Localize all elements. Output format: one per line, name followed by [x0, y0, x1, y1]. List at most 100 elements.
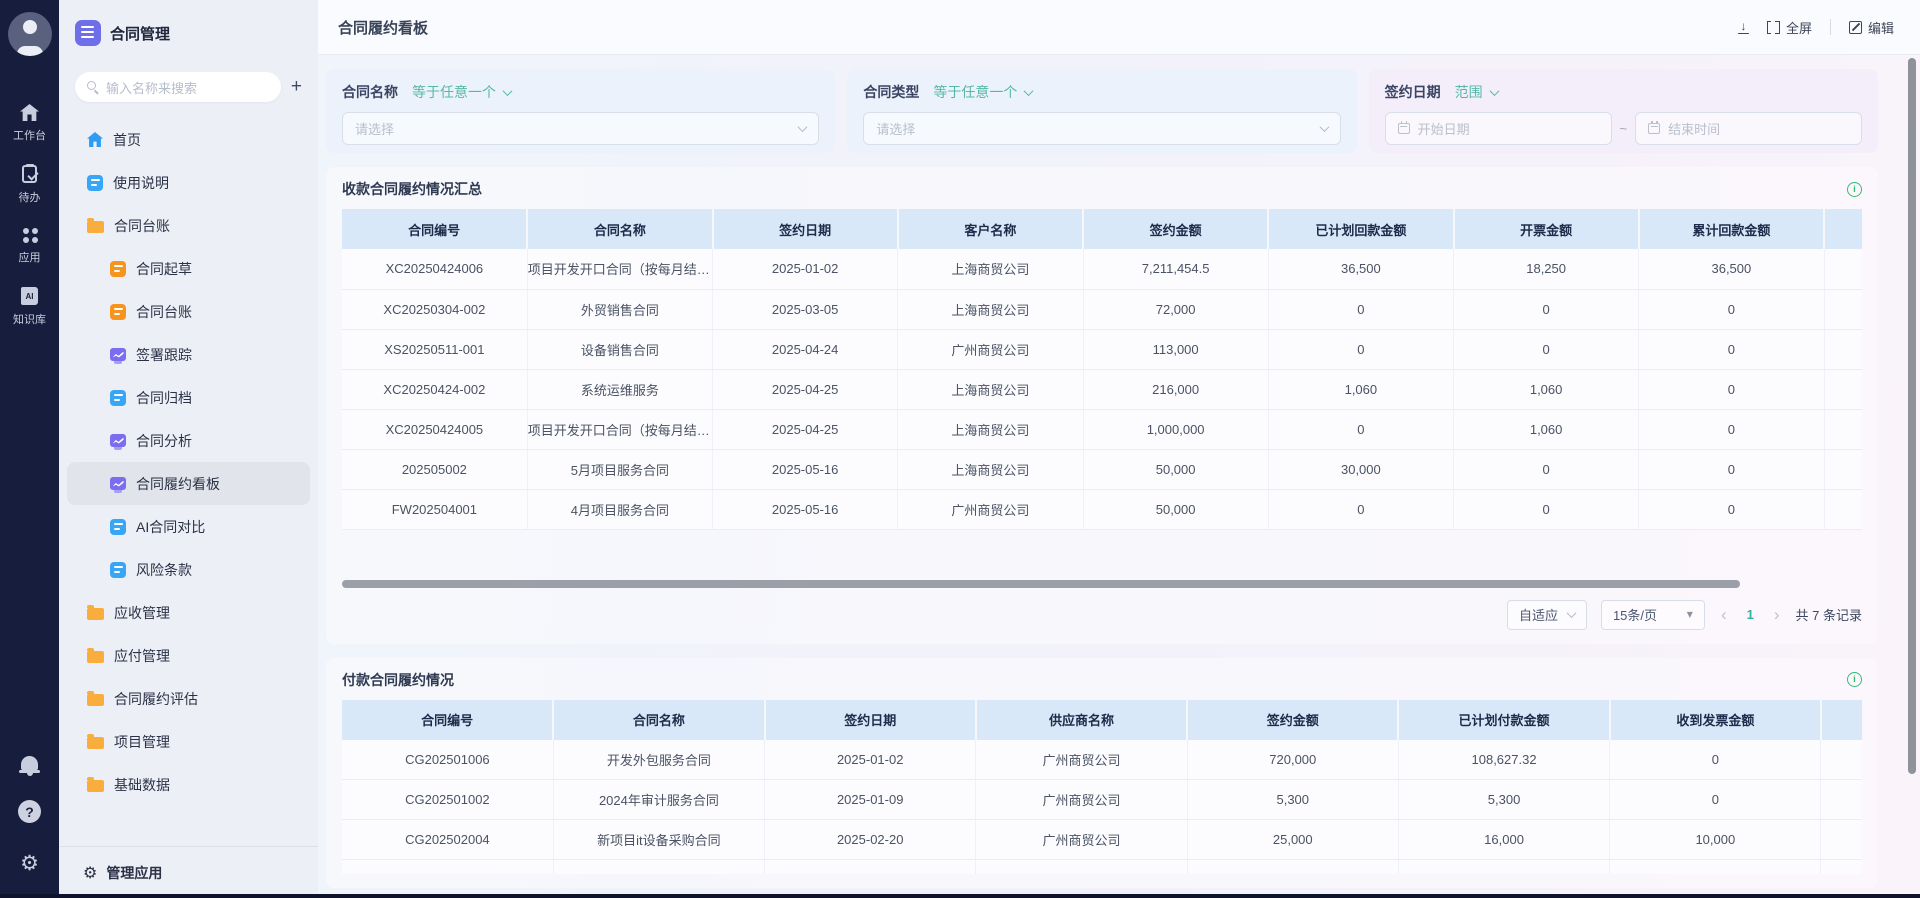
- filter-label: 签约日期: [1385, 82, 1441, 102]
- column-header: 合同编号: [342, 700, 553, 740]
- app-rail: 工作台 待办 应用 AI 知识库 ? ⚙: [0, 0, 59, 898]
- sidebar-menu-item[interactable]: 合同履约看板: [67, 462, 310, 505]
- table-row[interactable]: 2025050025月项目服务合同 2025-05-16上海商贸公司 50,00…: [342, 449, 1862, 489]
- fit-mode-dropdown[interactable]: 自适应: [1507, 600, 1587, 630]
- table-row[interactable]: FW2025040014月项目服务合同 2025-05-16广州商贸公司 50,…: [342, 489, 1862, 529]
- filter-operator-dropdown[interactable]: 范围: [1455, 82, 1498, 102]
- page-title: 合同履约看板: [338, 17, 428, 38]
- home-icon: [87, 132, 103, 147]
- filter-operator-dropdown[interactable]: 等于任意一个: [933, 82, 1032, 102]
- manage-app-button[interactable]: ⚙ 管理应用: [59, 846, 318, 898]
- sidebar-menu-item[interactable]: 应付管理: [67, 634, 310, 677]
- sidebar-menu-item[interactable]: 首页: [67, 118, 310, 161]
- doc-blue-icon: [110, 390, 126, 406]
- column-header: 累计回款金额: [1639, 209, 1824, 249]
- sidebar-menu-item[interactable]: 合同分析: [67, 419, 310, 462]
- sidebar-menu-item[interactable]: AI合同对比: [67, 505, 310, 548]
- rail-nav-item[interactable]: AI 知识库: [13, 287, 46, 327]
- table-empty-space: [342, 530, 1862, 580]
- current-page[interactable]: 1: [1743, 607, 1758, 622]
- sidebar-menu-item[interactable]: 风险条款: [67, 548, 310, 591]
- sidebar-menu-item[interactable]: 应收管理: [67, 591, 310, 634]
- rail-item-label: 知识库: [13, 311, 46, 327]
- vertical-scrollbar[interactable]: [1908, 58, 1916, 774]
- calendar-icon: [1648, 123, 1660, 134]
- rail-nav-item[interactable]: 待办: [13, 165, 46, 205]
- column-header: 合同编号: [342, 209, 527, 249]
- folder-icon: [87, 780, 104, 792]
- rail-nav-item[interactable]: 工作台: [13, 104, 46, 143]
- sidebar-menu-item[interactable]: 项目管理: [67, 720, 310, 763]
- sidebar-menu-item[interactable]: 合同起草: [67, 247, 310, 290]
- edit-button[interactable]: 编辑: [1849, 18, 1894, 37]
- help-icon[interactable]: ?: [18, 800, 41, 823]
- sidebar-item-label: 基础数据: [114, 775, 170, 795]
- settings-gear-icon[interactable]: ⚙: [20, 853, 39, 874]
- sidebar-menu-item[interactable]: 签署跟踪: [67, 333, 310, 376]
- user-avatar[interactable]: [8, 12, 52, 56]
- sidebar-menu-item[interactable]: 合同台账: [67, 290, 310, 333]
- column-header: 已计划回款金额: [1268, 209, 1453, 249]
- sidebar-menu-item[interactable]: 合同归档: [67, 376, 310, 419]
- table-row[interactable]: XS20250511-001设备销售合同 2025-04-24广州商贸公司 11…: [342, 329, 1862, 369]
- table-row[interactable]: CG202502004新项目it设备采购合同 2025-02-20广州商贸公司 …: [342, 820, 1862, 860]
- column-header: 收到发票金额: [1610, 700, 1821, 740]
- search-placeholder: 输入名称来搜索: [106, 78, 197, 97]
- next-page-button[interactable]: ›: [1772, 606, 1782, 623]
- add-button[interactable]: +: [291, 77, 302, 98]
- page-size-dropdown[interactable]: 15条/页 ▼: [1601, 600, 1705, 630]
- rail-nav-item[interactable]: 应用: [13, 227, 46, 265]
- fullscreen-label: 全屏: [1786, 18, 1812, 37]
- total-records: 共 7 条记录: [1796, 605, 1862, 624]
- sidebar-item-label: 合同分析: [136, 431, 192, 451]
- edit-icon: [1849, 21, 1862, 34]
- chevron-down-icon: [1567, 608, 1577, 618]
- prev-page-button[interactable]: ‹: [1719, 606, 1729, 623]
- sidebar-menu-item[interactable]: 合同履约评估: [67, 677, 310, 720]
- chevron-down-icon: [1319, 122, 1329, 132]
- table-row[interactable]: XC20250424-002系统运维服务 2025-04-25上海商贸公司 21…: [342, 369, 1862, 409]
- rail-bottom: ? ⚙: [18, 756, 41, 874]
- receivable-section: 收款合同履约情况汇总 i 合同编号合同名称签约日期客户名称签约金额已计划回款金额…: [326, 167, 1878, 644]
- sidebar-menu-item[interactable]: 合同台账: [67, 204, 310, 247]
- table-row[interactable]: XC20250304-002外贸销售合同 2025-03-05上海商贸公司 72…: [342, 289, 1862, 329]
- app-title: 合同管理: [110, 23, 170, 44]
- start-date-input[interactable]: 开始日期: [1385, 112, 1612, 145]
- contract-type-select[interactable]: 请选择: [863, 112, 1340, 145]
- filter-label: 合同类型: [863, 82, 919, 102]
- info-icon[interactable]: i: [1847, 672, 1862, 687]
- column-header: 签约金额: [1083, 209, 1268, 249]
- table-row-partial: [342, 860, 1862, 874]
- table-row[interactable]: CG202501006开发外包服务合同 2025-01-02广州商贸公司 720…: [342, 740, 1862, 780]
- payable-table: 合同编号合同名称签约日期供应商名称签约金额已计划付款金额收到发票金额 CG202…: [342, 700, 1862, 874]
- column-header: 合同名称: [553, 700, 764, 740]
- pagination: 自适应 15条/页 ▼ ‹ 1 › 共 7 条记录: [342, 600, 1862, 630]
- chevron-down-icon: [798, 122, 808, 132]
- bell-icon[interactable]: [21, 756, 38, 770]
- end-date-input[interactable]: 结束时间: [1635, 112, 1862, 145]
- fullscreen-button[interactable]: 全屏: [1767, 18, 1812, 37]
- search-input[interactable]: 输入名称来搜索: [75, 72, 281, 102]
- column-header: 合同名称: [527, 209, 712, 249]
- section-title: 付款合同履约情况: [342, 670, 454, 690]
- table-row[interactable]: XC20250424006项目开发开口合同（按每月结算付款） 2025-01-0…: [342, 249, 1862, 289]
- receivable-table: 合同编号合同名称签约日期客户名称签约金额已计划回款金额开票金额累计回款金额 XC…: [342, 209, 1862, 530]
- table-row[interactable]: CG2025010022024年审计服务合同 2025-01-09广州商贸公司 …: [342, 780, 1862, 820]
- chevron-down-icon: [1489, 86, 1499, 96]
- horizontal-scrollbar[interactable]: [342, 580, 1740, 588]
- sidebar-search-row: 输入名称来搜索 +: [75, 72, 302, 102]
- info-icon[interactable]: i: [1847, 182, 1862, 197]
- sidebar-menu-item[interactable]: 使用说明: [67, 161, 310, 204]
- calendar-icon: [1398, 123, 1410, 134]
- download-button[interactable]: ↓: [1738, 20, 1749, 35]
- chevron-down-icon: [503, 86, 513, 96]
- filter-operator-dropdown[interactable]: 等于任意一个: [412, 82, 511, 102]
- search-icon: [87, 81, 99, 93]
- column-header: 开票金额: [1454, 209, 1639, 249]
- sidebar-menu-item[interactable]: 基础数据: [67, 763, 310, 806]
- sidebar-item-label: 签署跟踪: [136, 345, 192, 365]
- folder-icon: [87, 608, 104, 620]
- section-title: 收款合同履约情况汇总: [342, 179, 482, 199]
- contract-name-select[interactable]: 请选择: [342, 112, 819, 145]
- table-row[interactable]: XC20250424005项目开发开口合同（按每月结算付款） 2025-04-2…: [342, 409, 1862, 449]
